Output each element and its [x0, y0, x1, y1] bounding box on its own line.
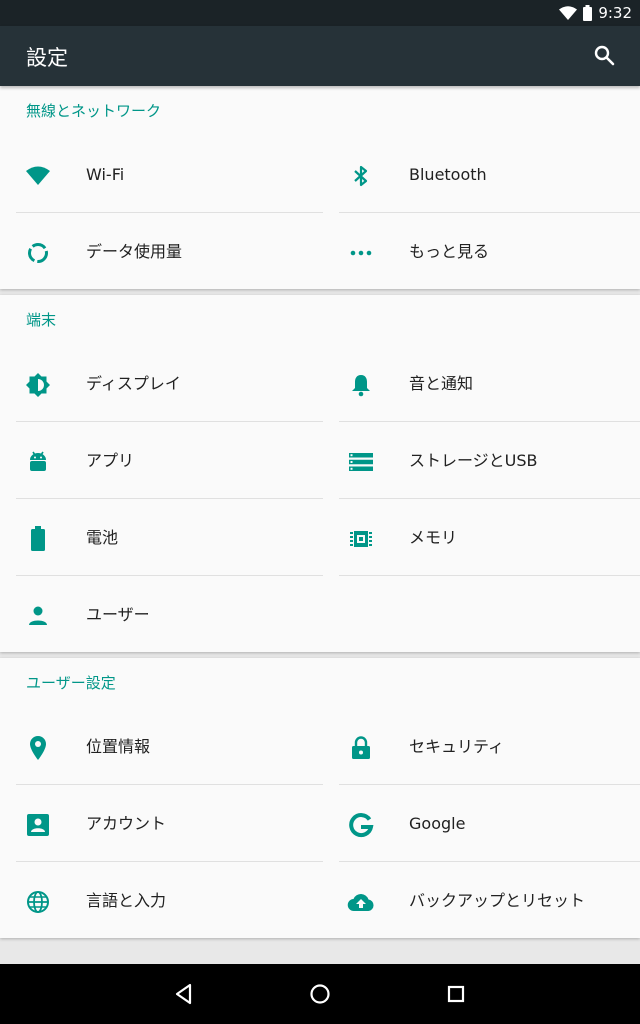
setting-accounts[interactable]: アカウント	[16, 785, 323, 862]
section-header-personal: ユーザー設定	[26, 674, 116, 692]
empty-cell	[339, 576, 640, 652]
section-header-device: 端末	[26, 311, 57, 329]
google-icon	[347, 811, 375, 839]
globe-icon	[24, 888, 52, 916]
section-header-wireless: 無線とネットワーク	[26, 102, 162, 120]
setting-battery[interactable]: 電池	[16, 499, 323, 576]
home-circle-icon[interactable]	[306, 980, 334, 1008]
setting-label: Wi-Fi	[86, 165, 125, 184]
setting-label: メモリ	[409, 528, 458, 547]
search-icon[interactable]	[592, 43, 616, 67]
status-bar: 9:32	[0, 0, 640, 26]
setting-google[interactable]: Google	[339, 785, 640, 862]
setting-apps[interactable]: アプリ	[16, 422, 323, 499]
display-brightness-icon	[24, 371, 52, 399]
setting-label: データ使用量	[86, 242, 183, 261]
bluetooth-icon	[347, 162, 375, 190]
setting-label: もっと見る	[409, 242, 490, 261]
wifi-icon	[24, 162, 52, 190]
setting-language-input[interactable]: 言語と入力	[16, 862, 323, 938]
setting-label: アカウント	[86, 814, 167, 833]
storage-icon	[347, 448, 375, 476]
person-icon	[24, 602, 52, 630]
setting-label: ストレージとUSB	[409, 451, 538, 470]
setting-more[interactable]: もっと見る	[339, 213, 640, 289]
section-personal: ユーザー設定 位置情報 セキュリティ アカウント Google 言語と入力 バッ…	[0, 658, 640, 938]
battery-status-icon	[583, 5, 593, 21]
setting-bluetooth[interactable]: Bluetooth	[339, 136, 640, 213]
setting-label: セキュリティ	[409, 737, 505, 756]
setting-label: 言語と入力	[86, 891, 167, 910]
setting-wifi[interactable]: Wi-Fi	[16, 136, 323, 213]
setting-label: Google	[409, 814, 466, 833]
setting-storage-usb[interactable]: ストレージとUSB	[339, 422, 640, 499]
setting-label: Bluetooth	[409, 165, 487, 184]
setting-data-usage[interactable]: データ使用量	[16, 213, 323, 289]
setting-users[interactable]: ユーザー	[16, 576, 323, 652]
account-box-icon	[24, 811, 52, 839]
settings-list[interactable]: 無線とネットワーク Wi-Fi Bluetooth データ使用量 もっと見る 端…	[0, 86, 640, 964]
section-wireless-networks: 無線とネットワーク Wi-Fi Bluetooth データ使用量 もっと見る	[0, 86, 640, 289]
memory-icon	[347, 525, 375, 553]
section-device: 端末 ディスプレイ 音と通知 アプリ ストレージとUSB 電池 メモリ ユーザー	[0, 295, 640, 652]
setting-label: アプリ	[86, 451, 135, 470]
lock-icon	[347, 734, 375, 762]
setting-label: ユーザー	[86, 605, 150, 624]
battery-icon	[24, 525, 52, 553]
setting-label: ディスプレイ	[86, 374, 181, 393]
setting-label: バックアップとリセット	[409, 891, 586, 910]
setting-label: 位置情報	[86, 737, 151, 756]
setting-memory[interactable]: メモリ	[339, 499, 640, 576]
setting-backup-reset[interactable]: バックアップとリセット	[339, 862, 640, 938]
clock: 9:32	[598, 4, 632, 22]
data-usage-icon	[24, 239, 52, 267]
android-icon	[24, 448, 52, 476]
setting-label: 音と通知	[409, 374, 474, 393]
recents-square-icon[interactable]	[442, 980, 470, 1008]
location-pin-icon	[24, 734, 52, 762]
setting-display[interactable]: ディスプレイ	[16, 345, 323, 422]
setting-label: 電池	[86, 528, 119, 547]
setting-sound-notification[interactable]: 音と通知	[339, 345, 640, 422]
cloud-upload-icon	[347, 888, 375, 916]
bell-icon	[347, 371, 375, 399]
setting-security[interactable]: セキュリティ	[339, 708, 640, 785]
more-dots-icon	[347, 239, 375, 267]
wifi-signal-icon	[559, 6, 578, 20]
setting-location[interactable]: 位置情報	[16, 708, 323, 785]
app-bar: 設定	[0, 26, 640, 86]
page-title: 設定	[26, 46, 68, 70]
back-triangle-icon[interactable]	[170, 980, 198, 1008]
navigation-bar	[0, 964, 640, 1024]
